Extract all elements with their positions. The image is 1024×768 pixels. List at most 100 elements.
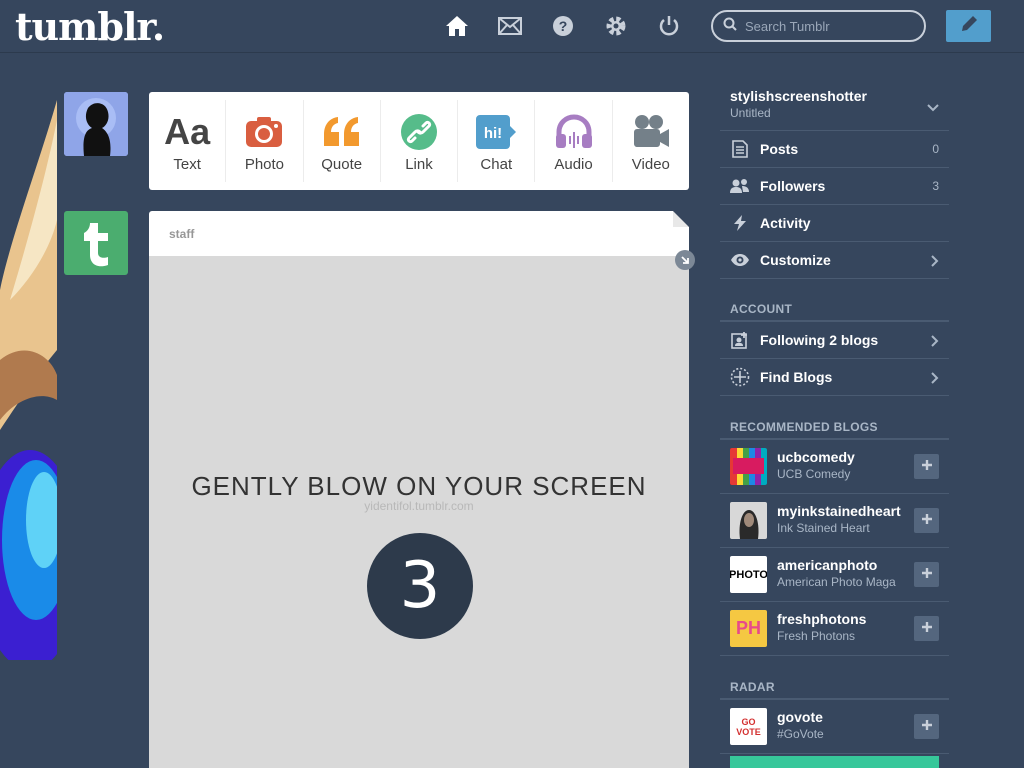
people-icon [730, 176, 750, 196]
plus-icon [921, 718, 933, 736]
sidebar-item-label: Find Blogs [760, 369, 833, 385]
radar-section-title: RADAR [730, 680, 775, 694]
recommended-blog[interactable]: PH freshphotons Fresh Photons [720, 602, 949, 656]
compass-icon [730, 367, 750, 387]
gif-caption: GENTLY BLOW ON YOUR SCREEN [191, 471, 647, 501]
sidebar-item-posts[interactable]: Posts 0 [720, 131, 949, 168]
follow-button[interactable] [914, 454, 939, 479]
blog-selector[interactable]: stylishscreenshotter Untitled [720, 85, 949, 131]
follow-button[interactable] [914, 562, 939, 587]
chevron-down-icon [927, 99, 939, 117]
post-type-link[interactable]: Link [381, 100, 459, 182]
post-type-label: Text [173, 155, 201, 173]
eye-icon [730, 250, 750, 270]
background-decoration [0, 100, 57, 660]
post-type-label: Video [631, 155, 670, 173]
countdown-number: 3 [367, 533, 473, 639]
chevron-right-icon [931, 254, 939, 272]
sidebar-item-activity[interactable]: Activity [720, 205, 949, 242]
follow-button[interactable] [914, 508, 939, 533]
post-type-label: Quote [321, 155, 363, 173]
follow-button[interactable] [914, 714, 939, 739]
following-icon [730, 330, 750, 350]
expand-icon[interactable] [675, 250, 695, 270]
post-type-quote[interactable]: Quote [304, 100, 381, 182]
post-type-audio[interactable]: Audio [535, 100, 613, 182]
sidebar-item-label: Followers [760, 178, 826, 194]
sidebar-item-find-blogs[interactable]: Find Blogs [720, 359, 949, 396]
plus-icon [921, 512, 933, 530]
post-author[interactable]: staff [149, 211, 689, 256]
radar-blog[interactable]: GO VOTE govote #GoVote [720, 700, 949, 754]
followers-count: 3 [932, 179, 939, 193]
blog-name[interactable]: govote [777, 709, 909, 725]
chevron-right-icon [931, 371, 939, 389]
follow-button[interactable] [914, 616, 939, 641]
blog-name[interactable]: ucbcomedy [777, 449, 909, 465]
recommended-blog[interactable]: myinkstainedheart Ink Stained Heart [720, 494, 949, 548]
post-type-label: Chat [480, 155, 513, 173]
post-type-bar: Aa Text Photo Quote Link hi! Chat Audio [149, 92, 689, 190]
post-type-photo[interactable]: Photo [226, 100, 304, 182]
radar-preview-image[interactable] [730, 756, 939, 768]
video-camera-icon [632, 110, 670, 154]
sidebar-item-label: Activity [760, 215, 811, 231]
plus-icon [921, 458, 933, 476]
mail-icon[interactable] [497, 13, 523, 39]
blog-title: American Photo Maga [777, 575, 896, 589]
tumblr-logo[interactable]: tumblr. [15, 4, 165, 49]
blog-title: #GoVote [777, 727, 824, 741]
sidebar-item-following[interactable]: Following 2 blogs [720, 322, 949, 359]
staff-avatar[interactable] [64, 211, 128, 275]
link-icon [400, 110, 438, 154]
headphones-icon [554, 110, 594, 154]
blog-name: stylishscreenshotter [730, 88, 867, 104]
blog-title: Fresh Photons [777, 629, 856, 643]
lightning-icon [730, 213, 750, 233]
text-icon: Aa [164, 110, 211, 152]
sidebar-item-customize[interactable]: Customize [720, 242, 949, 279]
blog-name[interactable]: freshphotons [777, 611, 909, 627]
blog-name[interactable]: myinkstainedheart [777, 503, 909, 519]
chat-icon: hi! [475, 110, 517, 154]
top-bar: tumblr. ? [0, 0, 1024, 53]
post-type-label: Photo [244, 155, 285, 173]
plus-icon [921, 566, 933, 584]
blog-avatar: GO VOTE [730, 708, 767, 745]
blog-avatar-text: PH [735, 618, 761, 638]
power-icon[interactable] [656, 13, 682, 39]
sidebar-item-followers[interactable]: Followers 3 [720, 168, 949, 205]
document-icon [730, 139, 750, 159]
search-box[interactable] [711, 10, 926, 42]
home-icon[interactable] [444, 13, 470, 39]
post-gif[interactable]: GENTLY BLOW ON YOUR SCREEN yidentifol.tu… [149, 256, 689, 768]
blog-name[interactable]: americanphoto [777, 557, 909, 573]
sidebar: stylishscreenshotter Untitled Posts 0 Fo… [720, 85, 949, 768]
post-type-text[interactable]: Aa Text [149, 100, 227, 182]
post-type-chat[interactable]: hi! Chat [458, 100, 536, 182]
post-fold-corner [673, 211, 689, 227]
svg-text:hi!: hi! [484, 125, 502, 142]
post-type-label: Link [405, 155, 433, 173]
user-avatar[interactable] [64, 92, 128, 156]
compose-button[interactable] [946, 10, 991, 42]
gear-icon[interactable] [603, 13, 629, 39]
blog-avatar [730, 448, 767, 485]
posts-count: 0 [932, 142, 939, 156]
help-icon[interactable]: ? [550, 13, 576, 39]
blog-title: UCB Comedy [777, 467, 851, 481]
recommended-blog[interactable]: ucbcomedy UCB Comedy [720, 440, 949, 494]
sidebar-item-label: Customize [760, 252, 831, 268]
blog-avatar: PHOTO [730, 556, 767, 593]
blog-subtitle: Untitled [730, 106, 771, 120]
chevron-right-icon [931, 334, 939, 352]
post-type-video[interactable]: Video [613, 100, 689, 182]
blog-avatar: PH [730, 610, 767, 647]
blog-avatar-text: PHOTO [730, 568, 767, 581]
search-input[interactable] [745, 18, 915, 34]
account-section-title: ACCOUNT [730, 302, 793, 316]
gif-watermark: yidentifol.tumblr.com [364, 499, 474, 513]
plus-icon [921, 620, 933, 638]
sidebar-item-label: Posts [760, 141, 799, 157]
recommended-blog[interactable]: PHOTO americanphoto American Photo Maga [720, 548, 949, 602]
